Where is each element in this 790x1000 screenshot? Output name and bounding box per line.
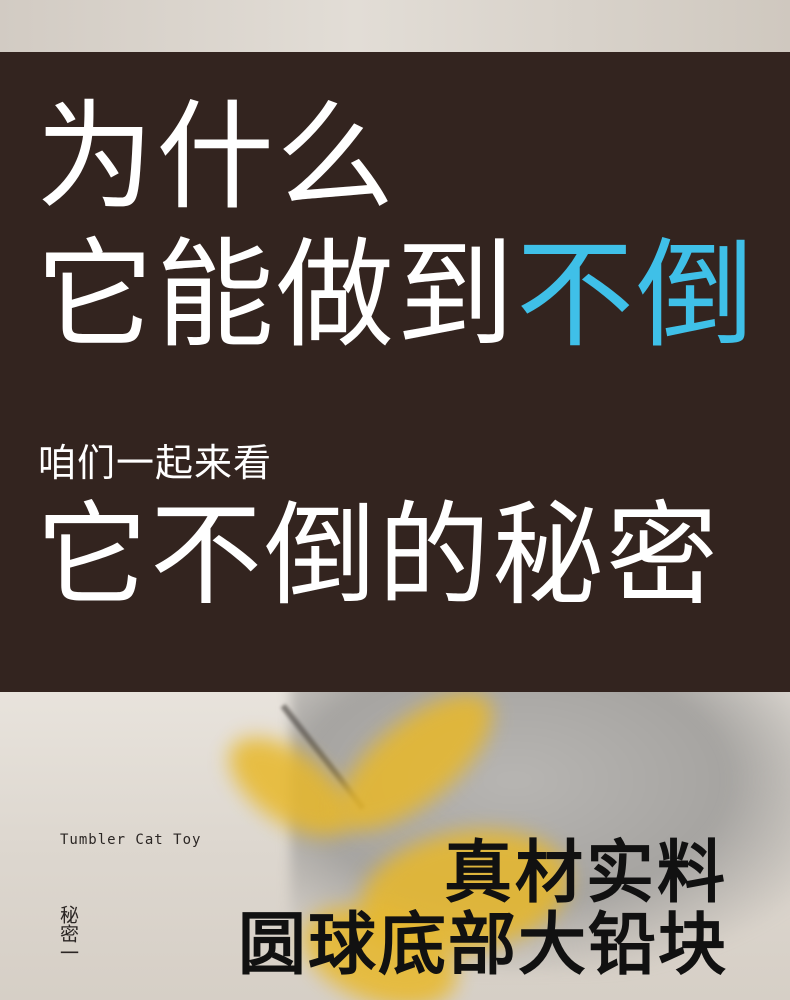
headline-line2-prefix: 它能做到 [36,226,517,364]
english-product-label: Tumbler Cat Toy [60,832,202,848]
headline-line2: 它能做到不倒 [36,236,756,354]
headline-line1: 为什么 [36,88,397,226]
top-photo-strip [0,0,790,52]
footer-title-line2: 圆球底部大铅块 [237,906,728,985]
footer-title-line1: 真材实料 [443,834,728,913]
headline-line2-accent: 不倒 [516,226,757,364]
headline-line3: 它不倒的秘密 [36,491,720,621]
headline-subline: 咱们一起来看 [38,441,273,485]
vertical-secret-label: 秘密一 [57,905,79,962]
